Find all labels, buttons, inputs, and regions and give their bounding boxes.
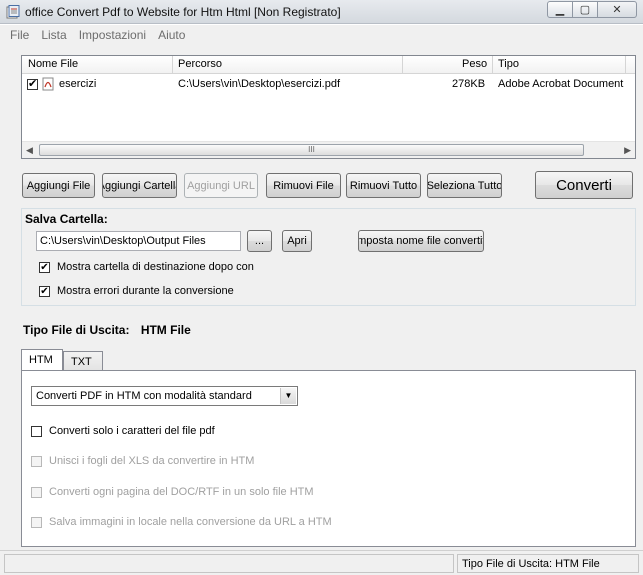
- column-header-type[interactable]: Tipo: [498, 58, 519, 70]
- menu-file[interactable]: File: [0, 25, 35, 45]
- browse-button[interactable]: ...: [247, 230, 272, 252]
- title-bar: office Convert Pdf to Website for Htm Ht…: [0, 0, 643, 24]
- dropdown-arrow-icon[interactable]: ▼: [280, 388, 296, 404]
- scroll-left-icon[interactable]: ◀: [26, 145, 33, 156]
- save-folder-label: Salva Cartella:: [25, 212, 108, 226]
- menu-aiuto[interactable]: Aiuto: [152, 25, 191, 45]
- add-folder-button[interactable]: Aggiungi Cartella: [102, 173, 177, 198]
- main-panel: Nome File Percorso Peso Tipo ✔ esercizi …: [0, 45, 643, 575]
- merge-xls-option[interactable]: Unisci i fogli del XLS da convertire in …: [31, 455, 254, 467]
- tab-txt[interactable]: TXT: [63, 351, 103, 371]
- column-header-path[interactable]: Percorso: [178, 58, 222, 70]
- menu-lista[interactable]: Lista: [35, 25, 72, 45]
- show-errors-option[interactable]: ✔ Mostra errori durante la conversione: [39, 285, 234, 297]
- status-pane-output-type: Tipo File di Uscita: HTM File: [457, 554, 639, 573]
- show-destination-label: Mostra cartella di destinazione dopo con: [57, 261, 254, 273]
- row-file-size: 278KB: [452, 78, 486, 90]
- merge-xls-checkbox[interactable]: [31, 455, 42, 467]
- save-images-option[interactable]: Salva immagini in locale nella conversio…: [31, 516, 332, 528]
- maximize-icon: ▢: [579, 4, 591, 16]
- tab-htm[interactable]: HTM: [21, 349, 63, 371]
- save-images-label: Salva immagini in locale nella conversio…: [49, 516, 332, 528]
- status-bar: Tipo File di Uscita: HTM File: [0, 550, 643, 575]
- maximize-button[interactable]: ▢: [572, 1, 598, 18]
- column-header-name[interactable]: Nome File: [28, 58, 78, 70]
- close-button[interactable]: ✕: [597, 1, 637, 18]
- row-checkbox[interactable]: ✔: [27, 79, 38, 90]
- file-list[interactable]: Nome File Percorso Peso Tipo ✔ esercizi …: [21, 55, 636, 159]
- show-errors-label: Mostra errori durante la conversione: [57, 285, 234, 297]
- merge-xls-label: Unisci i fogli del XLS da convertire in …: [49, 455, 255, 467]
- doc-pages-checkbox[interactable]: [31, 486, 42, 498]
- output-type-line: Tipo File di Uscita: HTM File: [23, 323, 191, 337]
- pdf-file-icon: [42, 77, 54, 91]
- minimize-button[interactable]: ▁: [547, 1, 573, 18]
- row-file-name: esercizi: [59, 78, 97, 90]
- minimize-icon: ▁: [555, 4, 565, 16]
- row-file-type: Adobe Acrobat Document: [498, 78, 624, 90]
- window-title: office Convert Pdf to Website for Htm Ht…: [25, 5, 341, 19]
- add-file-button[interactable]: Aggiungi File: [22, 173, 95, 198]
- status-pane-left: [4, 554, 454, 573]
- horizontal-scrollbar[interactable]: ◀ III ▶: [22, 141, 635, 158]
- open-folder-button[interactable]: Apri: [282, 230, 312, 252]
- doc-pages-option[interactable]: Converti ogni pagina del DOC/RTF in un s…: [31, 486, 314, 498]
- close-icon: ✕: [612, 4, 622, 16]
- output-type-label: Tipo File di Uscita:: [23, 323, 130, 337]
- output-type-value: HTM File: [140, 323, 191, 337]
- add-url-button[interactable]: Aggiungi URL: [184, 173, 258, 198]
- only-chars-checkbox[interactable]: [31, 425, 42, 437]
- show-destination-checkbox[interactable]: ✔: [39, 261, 50, 273]
- scroll-thumb[interactable]: III: [39, 144, 584, 156]
- file-list-header: Nome File Percorso Peso Tipo: [22, 56, 635, 74]
- show-errors-checkbox[interactable]: ✔: [39, 285, 50, 297]
- menu-impostazioni[interactable]: Impostazioni: [73, 25, 152, 45]
- app-icon: [6, 5, 20, 19]
- table-row[interactable]: ✔ esercizi C:\Users\vin\Desktop\esercizi…: [22, 76, 635, 92]
- only-chars-label: Converti solo i caratteri del file pdf: [49, 425, 215, 437]
- show-destination-option[interactable]: ✔ Mostra cartella di destinazione dopo c…: [39, 261, 254, 273]
- save-images-checkbox[interactable]: [31, 516, 42, 528]
- output-folder-input[interactable]: C:\Users\vin\Desktop\Output Files: [36, 231, 241, 251]
- column-header-size[interactable]: Peso: [462, 58, 487, 70]
- conversion-mode-select[interactable]: Converti PDF in HTM con modalità standar…: [31, 386, 298, 406]
- conversion-mode-value: Converti PDF in HTM con modalità standar…: [36, 390, 252, 402]
- only-chars-option[interactable]: Converti solo i caratteri del file pdf: [31, 425, 215, 437]
- remove-file-button[interactable]: Rimuovi File: [266, 173, 341, 198]
- remove-all-button[interactable]: Rimuovi Tutto: [346, 173, 421, 198]
- set-output-name-button[interactable]: Imposta nome file convertiti: [358, 230, 484, 252]
- select-all-button[interactable]: Seleziona Tutto: [427, 173, 502, 198]
- row-file-path: C:\Users\vin\Desktop\esercizi.pdf: [178, 78, 340, 90]
- convert-button[interactable]: Converti: [535, 171, 633, 199]
- doc-pages-label: Converti ogni pagina del DOC/RTF in un s…: [49, 486, 314, 498]
- menu-bar: File Lista Impostazioni Aiuto: [0, 25, 643, 45]
- scroll-right-icon[interactable]: ▶: [624, 145, 631, 156]
